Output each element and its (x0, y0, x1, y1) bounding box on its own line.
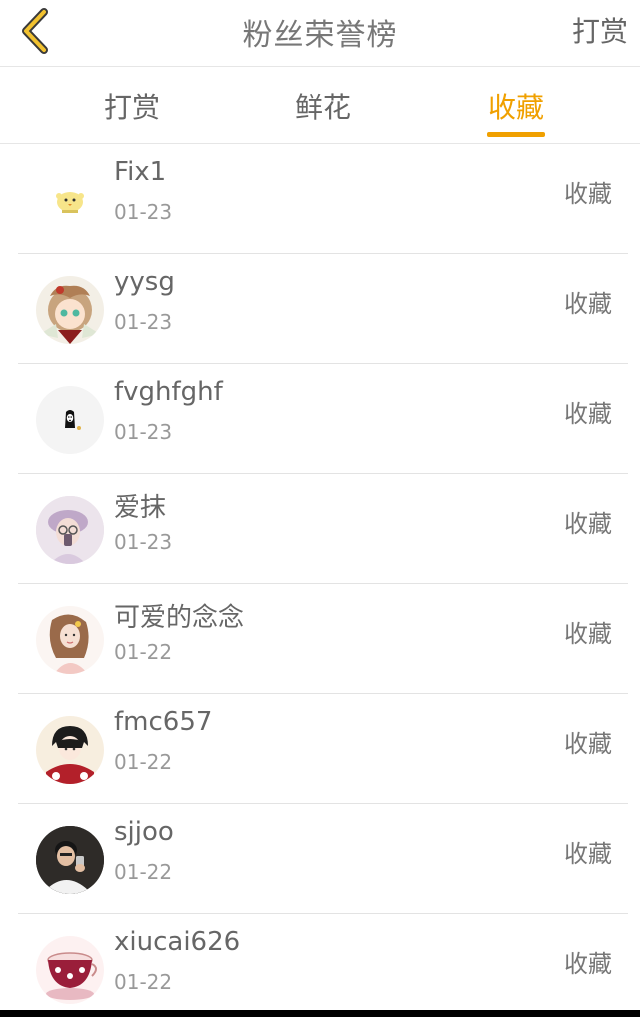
chick-avatar (36, 166, 104, 234)
girl-glasses-avatar (36, 496, 104, 564)
fan-name: 爱抹 (114, 493, 167, 523)
fan-date: 01-23 (114, 310, 173, 334)
ghost-avatar (36, 386, 104, 454)
fan-date: 01-23 (114, 530, 173, 554)
fan-name: fmc657 (114, 707, 213, 737)
fan-date: 01-22 (114, 640, 173, 664)
fan-date: 01-22 (114, 750, 173, 774)
fan-date: 01-23 (114, 420, 173, 444)
list-item[interactable]: xiucai626 01-22 收藏 (18, 914, 628, 1017)
tab-reward[interactable]: 打赏 (72, 67, 192, 144)
anime-boy-avatar (36, 716, 104, 784)
chevron-left-icon (22, 8, 48, 54)
fan-list: Fix1 01-23 收藏 yysg 01-23 收藏 fvghfghf 01-… (0, 144, 640, 1017)
fan-action: 收藏 (564, 840, 612, 868)
fan-action: 收藏 (564, 730, 612, 758)
girl-drawing-avatar (36, 606, 104, 674)
fan-action: 收藏 (564, 290, 612, 318)
list-item[interactable]: yysg 01-23 收藏 (18, 254, 628, 364)
fan-date: 01-22 (114, 970, 173, 994)
fan-action: 收藏 (564, 400, 612, 428)
fan-name: yysg (114, 267, 175, 297)
active-tab-indicator (487, 132, 545, 137)
reward-button[interactable]: 打赏 (572, 10, 628, 50)
tab-bar: 打赏 鲜花 收藏 (0, 67, 640, 144)
fan-action: 收藏 (564, 620, 612, 648)
top-bar: 粉丝荣誉榜 打赏 (0, 0, 640, 67)
fan-action: 收藏 (564, 180, 612, 208)
fan-date: 01-22 (114, 860, 173, 884)
fan-action: 收藏 (564, 950, 612, 978)
anime-girl-avatar (36, 276, 104, 344)
list-item[interactable]: 爱抹 01-23 收藏 (18, 474, 628, 584)
back-button[interactable] (14, 6, 54, 56)
list-item[interactable]: 可爱的念念 01-22 收藏 (18, 584, 628, 694)
fan-date: 01-23 (114, 200, 173, 224)
page-title: 粉丝荣誉榜 (242, 18, 398, 53)
list-item[interactable]: fvghfghf 01-23 收藏 (18, 364, 628, 474)
fan-name: 可爱的念念 (114, 603, 245, 633)
fan-name: Fix1 (114, 157, 167, 187)
fan-name: fvghfghf (114, 377, 223, 407)
fan-name: xiucai626 (114, 927, 241, 957)
fan-action: 收藏 (564, 510, 612, 538)
list-item[interactable]: fmc657 01-22 收藏 (18, 694, 628, 804)
system-nav-bar (0, 1010, 640, 1017)
teacup-avatar (36, 936, 104, 1004)
man-phone-avatar (36, 826, 104, 894)
list-item[interactable]: sjjoo 01-22 收藏 (18, 804, 628, 914)
list-item[interactable]: Fix1 01-23 收藏 (18, 144, 628, 254)
fan-name: sjjoo (114, 817, 174, 847)
tab-flowers[interactable]: 鲜花 (263, 67, 383, 144)
